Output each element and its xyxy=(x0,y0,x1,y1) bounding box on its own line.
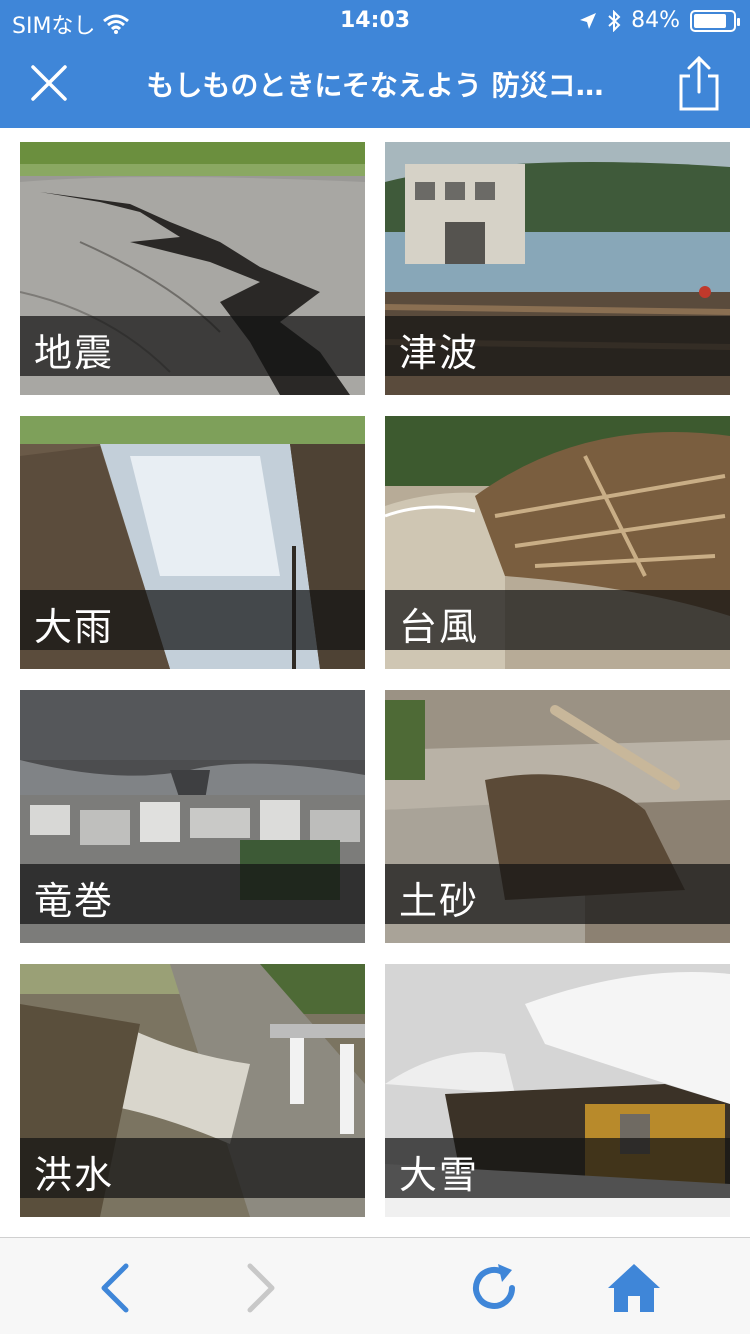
bluetooth-icon xyxy=(608,9,621,32)
forward-button[interactable] xyxy=(228,1258,288,1318)
tile-label: 大雪 xyxy=(399,1153,480,1197)
tile-label: 土砂 xyxy=(399,879,480,923)
page-title: もしものときにそなえよう 防災コ… xyxy=(146,69,604,102)
battery-percent: 84% xyxy=(631,8,680,33)
back-button[interactable] xyxy=(88,1258,148,1318)
close-icon xyxy=(31,65,67,101)
tile-label: 地震 xyxy=(34,331,115,375)
tile-flood[interactable]: 洪水 xyxy=(20,964,365,1217)
reload-icon xyxy=(473,1264,515,1309)
bottom-toolbar xyxy=(0,1237,750,1334)
tile-landslide[interactable]: 土砂 xyxy=(385,690,730,943)
status-bar: SIMなし 14:03 84% xyxy=(0,0,750,40)
home-icon xyxy=(608,1264,660,1312)
tile-heavy-rain[interactable]: 大雨 xyxy=(20,416,365,669)
share-button[interactable] xyxy=(676,54,722,114)
tile-tornado[interactable]: 竜巻 xyxy=(20,690,365,943)
tile-typhoon[interactable]: 台風 xyxy=(385,416,730,669)
tile-label: 竜巻 xyxy=(34,879,115,923)
tile-label: 台風 xyxy=(399,605,480,649)
tile-label: 洪水 xyxy=(34,1153,115,1197)
location-arrow-icon xyxy=(580,12,597,29)
tile-earthquake[interactable]: 地震 xyxy=(20,142,365,395)
nav-bar: もしものときにそなえよう 防災コ… xyxy=(0,40,750,128)
tile-heavy-snow[interactable]: 大雪 xyxy=(385,964,730,1217)
reload-button[interactable] xyxy=(464,1258,524,1318)
chevron-left-icon xyxy=(101,1263,129,1313)
tile-tsunami[interactable]: 津波 xyxy=(385,142,730,395)
chevron-right-icon xyxy=(247,1263,275,1313)
status-right-group: 84% xyxy=(579,8,740,33)
battery-icon xyxy=(690,9,740,32)
share-icon xyxy=(679,55,719,111)
home-button[interactable] xyxy=(604,1258,664,1318)
tile-label: 津波 xyxy=(399,331,480,375)
battery-fill xyxy=(694,13,726,28)
tile-label: 大雨 xyxy=(34,605,115,649)
close-button[interactable] xyxy=(26,60,72,106)
